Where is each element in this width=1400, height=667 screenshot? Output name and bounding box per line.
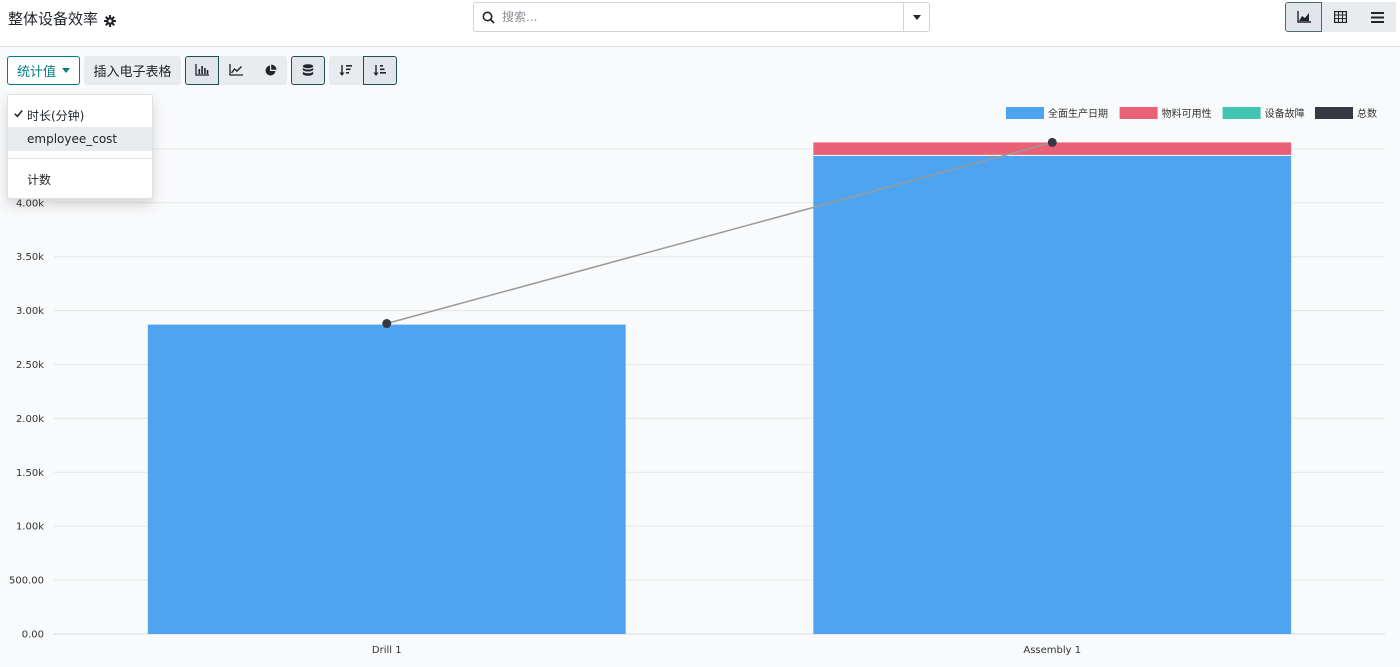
sort-ascending-icon xyxy=(373,64,386,76)
view-switcher xyxy=(1285,2,1396,32)
search-icon xyxy=(474,3,502,31)
y-tick-label: 500.00 xyxy=(9,576,44,587)
measures-dropdown: 时长(分钟) employee_cost 计数 xyxy=(7,94,153,199)
page-title: 整体设备效率 xyxy=(8,10,99,28)
sort-descending-icon xyxy=(339,64,352,76)
caret-down-icon xyxy=(912,14,921,20)
line-chart-icon xyxy=(229,64,243,76)
dropdown-divider xyxy=(8,158,152,159)
x-tick-label: Assembly 1 xyxy=(1023,645,1081,656)
x-tick-label: Drill 1 xyxy=(372,645,402,656)
gear-icon[interactable] xyxy=(104,13,117,27)
sort-descending-button[interactable] xyxy=(329,55,363,85)
measure-option-label: 时长(分钟) xyxy=(27,108,85,123)
legend-swatch xyxy=(1006,107,1044,119)
list-icon xyxy=(1371,11,1384,23)
sort-ascending-button[interactable] xyxy=(363,55,397,85)
trend-point xyxy=(382,319,392,329)
pivot-view-button[interactable] xyxy=(1322,2,1359,32)
measure-option-count[interactable]: 计数 xyxy=(8,167,152,191)
search-options-toggle[interactable] xyxy=(903,3,929,31)
y-tick-label: 1.00k xyxy=(16,522,44,533)
bar-segment xyxy=(147,324,626,634)
measure-option-label: employee_cost xyxy=(27,132,118,146)
insert-spreadsheet-button[interactable]: 插入电子表格 xyxy=(84,55,181,85)
measures-button[interactable]: 统计值 xyxy=(7,55,80,85)
graph-chart: 0.00 500.00 1.00k 1.50k 2.00k 2.50k 3.00k 3.50k… xyxy=(9,107,1385,656)
measure-option-duration[interactable]: 时长(分钟) xyxy=(8,103,152,127)
line-chart-button[interactable] xyxy=(219,55,253,85)
bar-chart-button[interactable] xyxy=(185,55,219,85)
bar-segment xyxy=(813,155,1292,635)
check-icon xyxy=(14,109,23,118)
search-input[interactable] xyxy=(502,4,903,30)
y-tick-label: 3.00k xyxy=(16,306,44,317)
search-bar xyxy=(473,2,930,32)
measure-option-employee-cost[interactable]: employee_cost xyxy=(8,127,152,151)
pie-chart-icon xyxy=(265,64,276,75)
graph-toolbar: 统计值 插入电子表格 xyxy=(7,55,397,85)
table-icon xyxy=(1334,11,1347,23)
caret-down-icon xyxy=(62,67,70,73)
sort-group xyxy=(329,55,397,85)
y-tick-label: 2.50k xyxy=(16,360,44,371)
trend-point xyxy=(1047,137,1057,147)
legend-swatch xyxy=(1222,107,1261,119)
chart-type-group xyxy=(185,55,287,85)
graph-view-button[interactable] xyxy=(1285,2,1322,32)
y-tick-label: 4.00k xyxy=(16,198,44,209)
database-icon xyxy=(302,63,314,76)
legend-label: 设备故障 xyxy=(1265,107,1305,120)
stacked-toggle-button[interactable] xyxy=(291,55,325,85)
legend-label: 物料可用性 xyxy=(1162,107,1212,120)
y-tick-label: 3.50k xyxy=(16,252,44,263)
list-view-button[interactable] xyxy=(1359,2,1396,32)
y-tick-label: 2.00k xyxy=(16,414,44,425)
measures-label: 统计值 xyxy=(16,64,56,80)
pie-chart-button[interactable] xyxy=(253,55,287,85)
control-panel: 整体设备效率 xyxy=(0,0,1400,47)
y-tick-label: 1.50k xyxy=(16,468,44,479)
y-tick-label: 0.00 xyxy=(22,630,44,641)
area-chart-icon xyxy=(1296,11,1311,23)
legend-swatch xyxy=(1119,107,1158,119)
legend-label: 全面生产日期 xyxy=(1048,107,1108,120)
legend-label: 总数 xyxy=(1357,107,1377,120)
bar-chart-icon xyxy=(195,64,209,76)
page-title-area: 整体设备效率 xyxy=(8,8,117,29)
measure-option-label: 计数 xyxy=(27,172,52,187)
legend-swatch xyxy=(1315,107,1353,119)
